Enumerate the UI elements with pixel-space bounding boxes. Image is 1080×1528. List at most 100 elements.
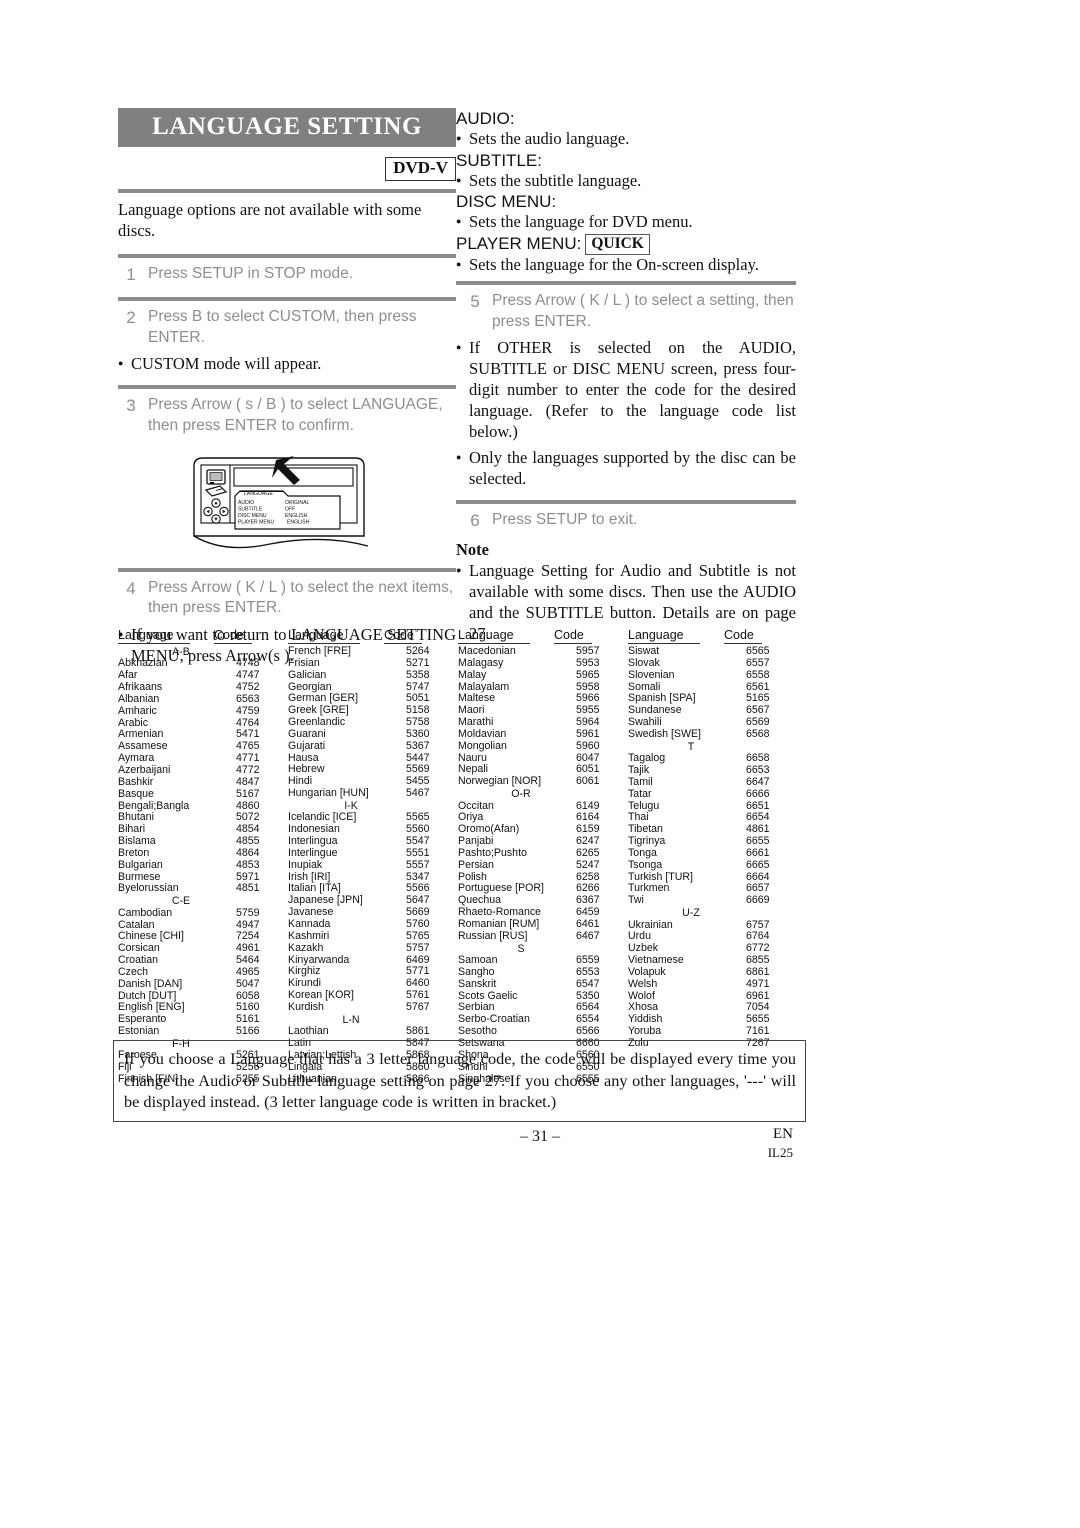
language-name: Czech bbox=[118, 965, 149, 978]
other-code-note: If OTHER is selected on the AUDIO, SUBTI… bbox=[456, 337, 796, 447]
language-code: 6558 bbox=[746, 668, 770, 681]
step-text: Press Arrow ( K / L ) to select a settin… bbox=[492, 292, 794, 330]
language-name: Twi bbox=[628, 894, 644, 907]
language-name: Sangho bbox=[458, 965, 495, 978]
header-code: Code bbox=[724, 628, 762, 644]
quick-badge: QUICK bbox=[585, 233, 650, 256]
language-code: 5965 bbox=[576, 668, 600, 681]
table-row: Laothian 5861 bbox=[288, 1025, 458, 1038]
language-code: 5551 bbox=[406, 846, 430, 859]
definition-desc-disc-menu: Sets the language for DVD menu. bbox=[456, 212, 796, 232]
language-name: Persian bbox=[458, 858, 494, 871]
code-column-body: Macedonian 5957 Malagasy 5953 Malay 5965 Malay… bbox=[458, 645, 628, 1085]
step-number: 1 bbox=[126, 264, 136, 284]
table-row: Persian 5247 bbox=[458, 858, 628, 872]
table-row: Slovak 6557 bbox=[628, 656, 798, 670]
language-code: 4971 bbox=[746, 977, 770, 990]
table-row: Norwegian [NOR] 6061 bbox=[458, 775, 628, 788]
table-row: Sanskrit 6547 bbox=[458, 977, 628, 991]
language-code: 5953 bbox=[576, 656, 600, 669]
language-code: 6467 bbox=[576, 929, 600, 942]
language-name: Inupiak bbox=[288, 858, 323, 871]
language-code: 6669 bbox=[746, 894, 770, 907]
table-row: Bashkir 4847 bbox=[118, 775, 288, 789]
language-code: 5960 bbox=[576, 739, 600, 752]
language-code: 6547 bbox=[576, 977, 600, 990]
language-name: Slovak bbox=[628, 656, 660, 669]
language-code: 4851 bbox=[236, 882, 260, 895]
right-column: AUDIO: Sets the audio language. SUBTITLE… bbox=[456, 108, 796, 649]
column-header: Language Code bbox=[118, 628, 288, 645]
table-row: Tonga 6661 bbox=[628, 846, 798, 860]
language-name: Tamil bbox=[628, 775, 653, 788]
language-name: Norwegian [NOR] bbox=[458, 775, 542, 788]
language-name: Russian [RUS] bbox=[458, 929, 528, 942]
language-name: Kurdish bbox=[288, 1000, 324, 1013]
language-name: Tonga bbox=[628, 846, 657, 859]
table-row: Kashmiri 5765 bbox=[288, 930, 458, 943]
table-row: Tatar 6666 bbox=[628, 788, 798, 801]
table-row: Galician 5358 bbox=[288, 669, 458, 682]
code-group-letter: U-Z bbox=[682, 907, 700, 920]
table-row: Ukrainian 6757 bbox=[628, 919, 798, 932]
table-row: Breton 4864 bbox=[118, 846, 288, 860]
three-letter-code-note-box: If you choose a Language that has a 3 le… bbox=[113, 1040, 806, 1123]
manual-page: LANGUAGE SETTING DVD-V Language options … bbox=[0, 0, 1080, 1528]
table-row: Telugu 6651 bbox=[628, 800, 798, 813]
note-heading: Note bbox=[456, 539, 489, 559]
language-code: 6861 bbox=[746, 965, 770, 978]
intro-text: Language options are not available with … bbox=[118, 200, 422, 240]
osd-row-label-player-menu: PLAYER MENU bbox=[238, 519, 274, 525]
language-name: Gujarati bbox=[288, 739, 326, 752]
language-code: 4847 bbox=[236, 775, 260, 788]
header-code: Code bbox=[554, 628, 592, 644]
language-code: 5557 bbox=[406, 858, 430, 871]
table-row: Bulgarian 4853 bbox=[118, 859, 288, 872]
step-1: 1 Press SETUP in STOP mode. bbox=[118, 258, 456, 292]
table-row: Interlingue 5551 bbox=[288, 846, 458, 860]
osd-row-value-subtitle: OFF bbox=[285, 506, 295, 512]
language-code: 5047 bbox=[236, 977, 260, 990]
table-row: Twi 6669 bbox=[628, 894, 798, 907]
language-name: Estonian bbox=[118, 1025, 160, 1038]
code-column-2: Language Code French [FRE] 5264 Frisian 527… bbox=[288, 628, 458, 1086]
language-name: Hungarian [HUN] bbox=[288, 787, 369, 800]
definition-desc-player-menu: Sets the language for the On-screen disp… bbox=[456, 255, 796, 275]
step-number: 6 bbox=[470, 511, 480, 531]
definition-label-audio: AUDIO: bbox=[456, 109, 515, 128]
language-code: 6557 bbox=[746, 656, 770, 669]
table-row: Albanian 6563 bbox=[118, 693, 288, 706]
footer-meta: EN IL25 bbox=[768, 1124, 793, 1162]
column-header: Language Code bbox=[628, 628, 798, 645]
language-name: Interlingue bbox=[288, 846, 338, 859]
tv-language-menu-illustration: LANGUAGE AUDIO ORIGINAL SUBTITLE OFF DIS… bbox=[172, 450, 402, 562]
language-code: 5767 bbox=[406, 1000, 430, 1013]
dvd-v-badge: DVD-V bbox=[385, 157, 456, 181]
language-name: Malagasy bbox=[458, 656, 504, 669]
step-number: 2 bbox=[126, 308, 136, 328]
language-name: Pashto;Pushto bbox=[458, 846, 527, 859]
code-column-4: Language Code Siswat 6565 Slovak 6557 Sloven… bbox=[628, 628, 798, 1086]
table-row: Inupiak 5557 bbox=[288, 858, 458, 872]
header-language: Language bbox=[288, 628, 360, 644]
language-code: 6665 bbox=[746, 858, 770, 871]
table-row: Moldavian 5961 bbox=[458, 728, 628, 741]
table-row: Gujarati 5367 bbox=[288, 739, 458, 753]
step-number: 3 bbox=[126, 396, 136, 416]
osd-row-value-audio: ORIGINAL bbox=[285, 500, 310, 506]
language-code: 6568 bbox=[746, 727, 770, 740]
osd-menu-title: LANGUAGE bbox=[244, 491, 273, 497]
language-name: Danish [DAN] bbox=[118, 977, 183, 990]
page-number: – 31 – bbox=[520, 1128, 560, 1145]
language-code: 4864 bbox=[236, 846, 260, 859]
language-code: 6661 bbox=[746, 846, 770, 859]
left-column: LANGUAGE SETTING DVD-V Language options … bbox=[118, 108, 456, 671]
table-row: Guarani 5360 bbox=[288, 728, 458, 741]
step-text: Press B to select CUSTOM, then press ENT… bbox=[148, 308, 417, 346]
language-name: Malay bbox=[458, 668, 487, 681]
table-row: Basque 5167 bbox=[118, 788, 288, 801]
definition-label-disc-menu: DISC MENU: bbox=[456, 192, 557, 212]
step-6: 6 Press SETUP to exit. bbox=[456, 504, 796, 538]
language-code: 5759 bbox=[236, 906, 260, 919]
language-name: Slovenian bbox=[628, 668, 675, 681]
